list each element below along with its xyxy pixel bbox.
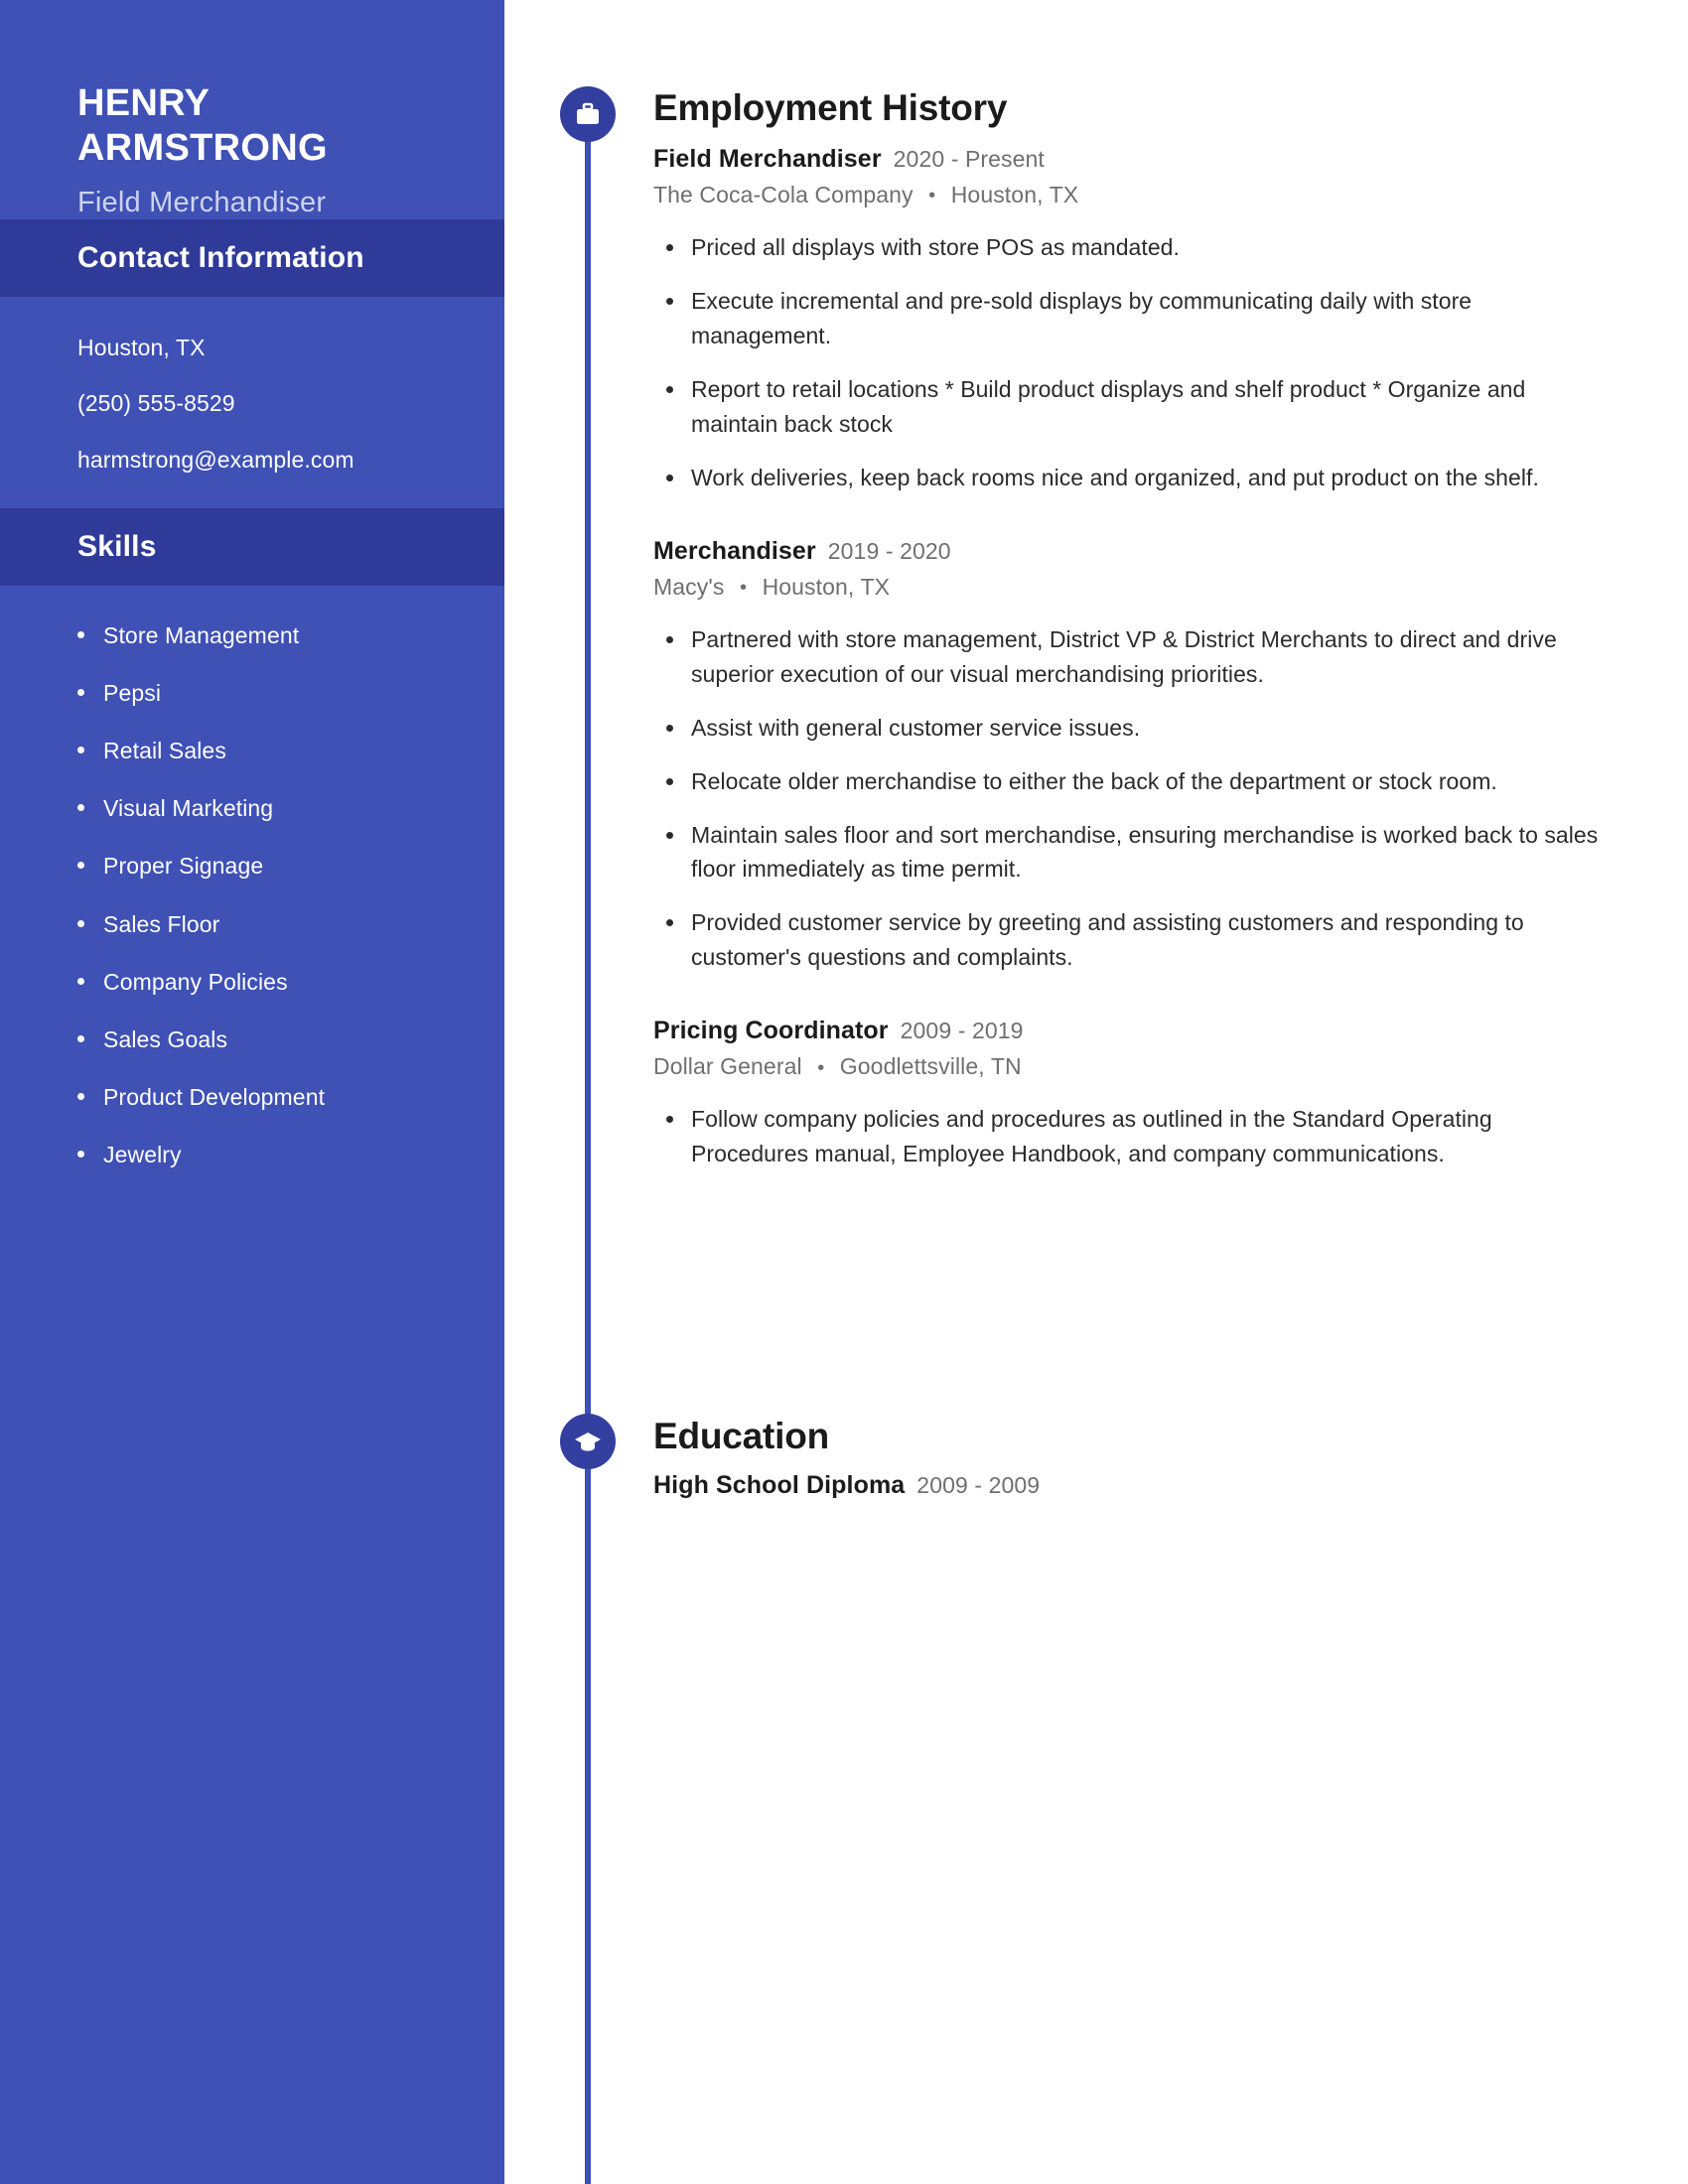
bullet-item: Relocate older merchandise to either the… xyxy=(666,764,1610,799)
skills-band: Skills xyxy=(0,507,504,586)
meta-separator-icon: • xyxy=(817,1056,825,1079)
education-entry: High School Diploma 2009 - 2009 xyxy=(653,1471,1040,1500)
education-section: Education High School Diploma 2009 - 200… xyxy=(653,1416,1040,1500)
skill-item: Proper Signage xyxy=(77,850,504,882)
bullet-item: Work deliveries, keep back rooms nice an… xyxy=(666,461,1610,495)
skill-item: Pepsi xyxy=(77,677,504,709)
graduation-cap-icon xyxy=(574,1430,602,1453)
entry-role: Merchandiser xyxy=(653,536,816,565)
briefcase-icon xyxy=(575,102,601,126)
skill-item: Retail Sales xyxy=(77,735,504,766)
contact-information-band: Contact Information xyxy=(0,218,504,297)
entry-location: Houston, TX xyxy=(950,182,1079,207)
bullet-item: Provided customer service by greeting an… xyxy=(666,905,1610,975)
entry-headline: High School Diploma 2009 - 2009 xyxy=(653,1471,1040,1500)
employment-history-heading: Employment History xyxy=(653,87,1008,128)
contact-email[interactable]: harmstrong@example.com xyxy=(77,443,504,478)
bullet-item: Partnered with store management, Distric… xyxy=(666,622,1610,692)
skill-item: Jewelry xyxy=(77,1139,504,1170)
entry-company: The Coca-Cola Company xyxy=(653,182,914,207)
entry-company: Dollar General xyxy=(653,1053,802,1080)
entry-headline: Merchandiser 2019 - 2020 xyxy=(653,537,1610,566)
entry-headline: Pricing Coordinator 2009 - 2019 xyxy=(653,1017,1610,1045)
entry-bullets: Follow company policies and procedures a… xyxy=(653,1102,1610,1171)
skill-item: Company Policies xyxy=(77,966,504,998)
bullet-item: Priced all displays with store POS as ma… xyxy=(666,230,1610,265)
entry-role: Field Merchandiser xyxy=(653,145,882,173)
sidebar: HENRY ARMSTRONG Field Merchandiser Conta… xyxy=(0,0,504,2184)
meta-separator-icon: • xyxy=(739,577,748,600)
resume-page: HENRY ARMSTRONG Field Merchandiser Conta… xyxy=(0,0,1688,2184)
entry-meta: The Coca-Cola Company • Houston, TX xyxy=(653,182,1610,208)
skill-item: Sales Floor xyxy=(77,908,504,940)
contact-list: Houston, TX (250) 555-8529 harmstrong@ex… xyxy=(0,297,504,508)
employment-timeline-node xyxy=(560,86,616,142)
employment-entry: Merchandiser 2019 - 2020 Macy's • Housto… xyxy=(653,537,1610,976)
skill-item: Visual Marketing xyxy=(77,792,504,824)
skill-item: Store Management xyxy=(77,619,504,651)
entry-meta: Macy's • Houston, TX xyxy=(653,574,1610,601)
timeline-rail xyxy=(585,109,591,2184)
entry-bullets: Priced all displays with store POS as ma… xyxy=(653,230,1610,495)
identity-block: HENRY ARMSTRONG Field Merchandiser xyxy=(0,0,504,219)
entry-dates: 2009 - 2019 xyxy=(900,1018,1024,1044)
employment-entry: Field Merchandiser 2020 - Present The Co… xyxy=(653,145,1610,495)
bullet-item: Maintain sales floor and sort merchandis… xyxy=(666,818,1610,887)
skills-heading: Skills xyxy=(77,529,157,563)
education-heading: Education xyxy=(653,1416,830,1456)
skills-list: Store Management Pepsi Retail Sales Visu… xyxy=(0,586,504,1171)
education-timeline-node xyxy=(560,1414,616,1469)
meta-separator-icon: • xyxy=(928,185,936,207)
education-dates: 2009 - 2009 xyxy=(916,1472,1041,1498)
contact-information-heading: Contact Information xyxy=(77,240,364,274)
bullet-item: Report to retail locations * Build produ… xyxy=(666,372,1610,442)
employment-entry: Pricing Coordinator 2009 - 2019 Dollar G… xyxy=(653,1017,1610,1171)
entry-company: Macy's xyxy=(653,573,725,600)
skill-item: Sales Goals xyxy=(77,1024,504,1055)
entry-role: Pricing Coordinator xyxy=(653,1017,889,1045)
entry-meta: Dollar General • Goodlettsville, TN xyxy=(653,1053,1610,1080)
bullet-item: Assist with general customer service iss… xyxy=(666,711,1610,746)
entry-dates: 2020 - Present xyxy=(893,146,1045,172)
candidate-name: HENRY ARMSTRONG xyxy=(77,82,328,169)
education-degree: High School Diploma xyxy=(653,1471,906,1499)
contact-phone[interactable]: (250) 555-8529 xyxy=(77,386,504,422)
skill-item: Product Development xyxy=(77,1081,504,1113)
entry-location: Goodlettsville, TN xyxy=(839,1053,1022,1080)
entry-location: Houston, TX xyxy=(762,573,891,600)
entry-headline: Field Merchandiser 2020 - Present xyxy=(653,145,1610,174)
bullet-item: Follow company policies and procedures a… xyxy=(666,1102,1610,1171)
entry-dates: 2019 - 2020 xyxy=(827,537,951,564)
employment-history-section: Employment History Field Merchandiser 20… xyxy=(653,87,1610,1171)
entry-bullets: Partnered with store management, Distric… xyxy=(653,622,1610,976)
contact-location: Houston, TX xyxy=(77,334,206,360)
candidate-job-title: Field Merchandiser xyxy=(77,186,327,218)
bullet-item: Execute incremental and pre-sold display… xyxy=(666,284,1610,353)
